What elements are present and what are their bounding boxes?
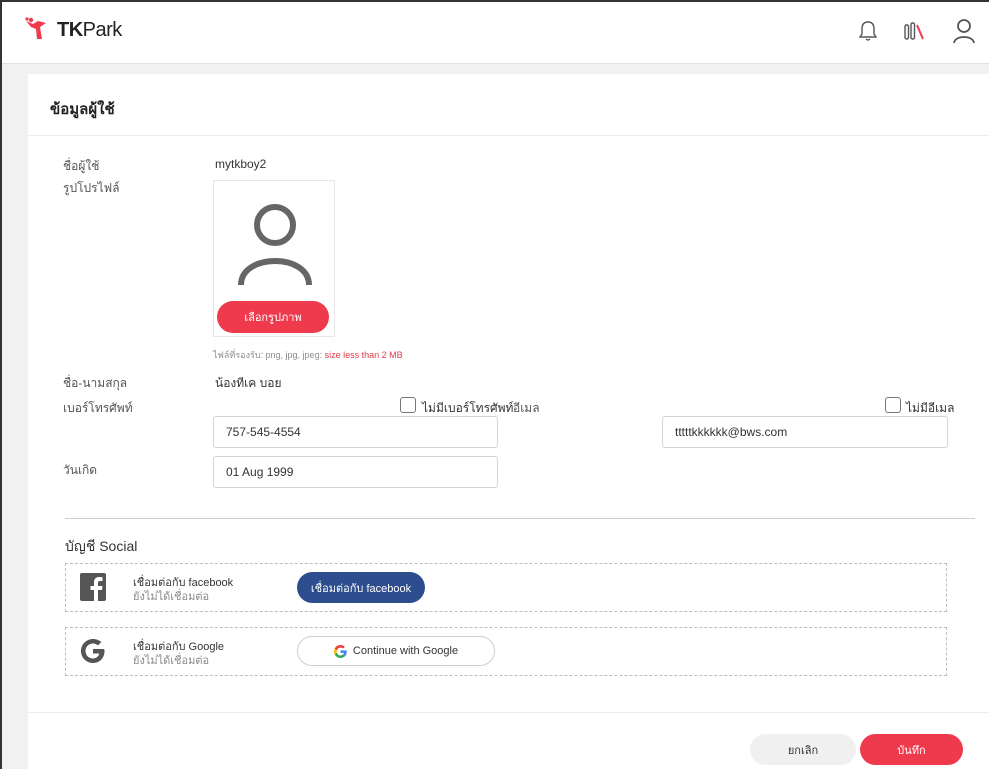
user-icon[interactable] <box>949 16 979 46</box>
logo-text: TKPark <box>57 18 122 41</box>
cancel-button[interactable]: ยกเลิก <box>750 734 856 765</box>
google-color-icon <box>333 644 347 658</box>
avatar-label: รูปโปรไฟล์ <box>63 181 120 195</box>
section-divider <box>65 518 975 519</box>
footer-divider <box>28 712 989 713</box>
continue-with-google-button[interactable]: Continue with Google <box>297 636 495 666</box>
top-bar: TKPark <box>2 2 989 64</box>
avatar-box: เลือกรูปภาพ <box>213 180 335 337</box>
save-button[interactable]: บันทึก <box>860 734 963 765</box>
birthday-label: วันเกิด <box>63 463 98 477</box>
profile-card: ข้อมูลผู้ใช้ ชื่อผู้ใช้ mytkboy2 รูปโปรไ… <box>28 74 989 769</box>
social-title: บัญชี Social <box>65 538 138 554</box>
no-email-checkbox[interactable] <box>885 397 901 413</box>
divider <box>28 135 989 136</box>
google-icon <box>81 639 105 663</box>
birthday-input[interactable]: 01 Aug 1999 <box>213 456 498 488</box>
page-title: ข้อมูลผู้ใช้ <box>50 101 115 118</box>
email-label: อีเมล <box>513 401 540 415</box>
tkpark-logo-icon <box>25 17 46 39</box>
email-input[interactable]: tttttkkkkkk@bws.com <box>662 416 948 448</box>
google-connect-status: ยังไม่ได้เชื่อมต่อ <box>133 655 210 667</box>
google-connect-row: เชื่อมต่อกับ Google ยังไม่ได้เชื่อมต่อ C… <box>65 627 947 676</box>
google-button-label: Continue with Google <box>352 645 459 657</box>
no-phone-checkbox[interactable] <box>400 397 416 413</box>
tkpark-logo[interactable]: TKPark <box>24 17 122 43</box>
username-label: ชื่อผู้ใช้ <box>63 159 100 173</box>
phone-input[interactable]: 757-545-4554 <box>213 416 498 448</box>
file-hint: ไฟล์ที่รองรับ: png, jpg, jpeg: size less… <box>213 350 403 360</box>
top-icons <box>853 16 979 46</box>
fullname-value: น้องทีเค บอย <box>215 376 282 390</box>
library-icon[interactable] <box>901 16 931 46</box>
username-value: mytkboy2 <box>215 157 267 171</box>
phone-label: เบอร์โทรศัพท์ <box>63 401 133 415</box>
connect-facebook-button[interactable]: เชื่อมต่อกับ facebook <box>297 572 425 603</box>
fullname-label: ชื่อ-นามสกุล <box>63 376 128 390</box>
avatar-placeholder-icon <box>238 204 312 286</box>
pick-image-button[interactable]: เลือกรูปภาพ <box>217 301 329 333</box>
facebook-connect-row: เชื่อมต่อกับ facebook ยังไม่ได้เชื่อมต่อ… <box>65 563 947 612</box>
facebook-icon <box>80 573 106 601</box>
facebook-connect-status: ยังไม่ได้เชื่อมต่อ <box>133 591 210 603</box>
bell-icon[interactable] <box>853 16 883 46</box>
